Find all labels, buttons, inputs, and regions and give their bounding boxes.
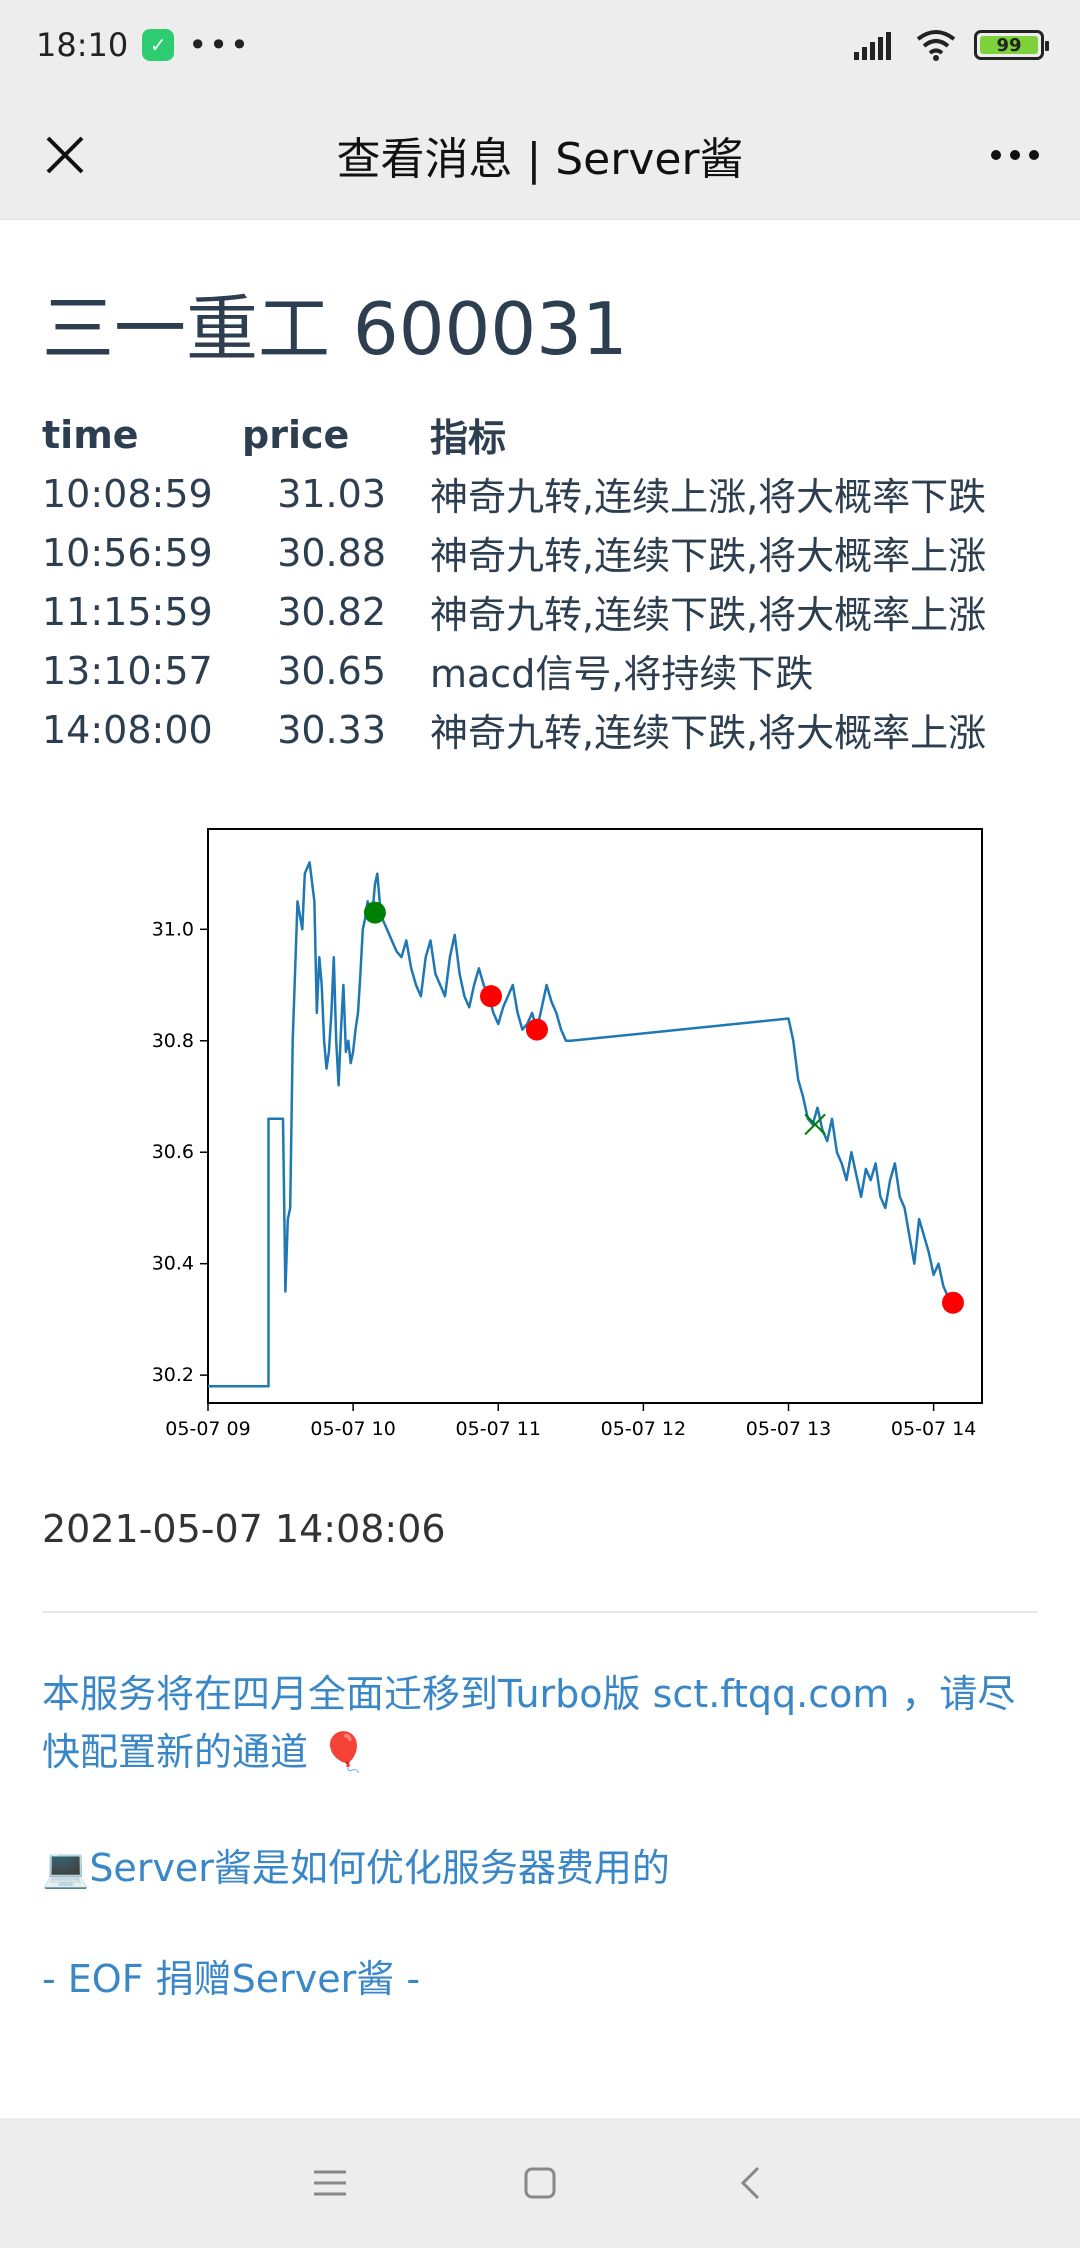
cell-time: 11:15:59 xyxy=(42,589,213,634)
divider xyxy=(42,1611,1038,1613)
y-tick-label: 31.0 xyxy=(152,918,194,940)
message-timestamp: 2021-05-07 14:08:06 xyxy=(42,1507,446,1551)
y-tick-label: 30.4 xyxy=(152,1253,194,1275)
cell-indicator: 神奇九转,连续下跌,将大概率上涨 xyxy=(430,593,987,637)
x-tick-label: 05-07 13 xyxy=(746,1418,831,1440)
close-icon xyxy=(46,136,84,174)
x-tick-label: 05-07 10 xyxy=(310,1418,395,1440)
cell-indicator: 神奇九转,连续下跌,将大概率上涨 xyxy=(430,711,987,755)
cell-time: 14:08:00 xyxy=(42,707,213,752)
wifi-icon xyxy=(916,30,956,61)
status-bar: 18:10 ✓ ••• 99 xyxy=(0,0,1080,90)
battery-level: 99 xyxy=(996,34,1022,56)
header-price: price xyxy=(242,412,350,457)
cell-indicator: 神奇九转,连续上涨,将大概率下跌 xyxy=(430,475,987,519)
home-button[interactable] xyxy=(510,2153,570,2213)
cell-price: 30.88 xyxy=(277,530,386,575)
donate-link[interactable]: - EOF 捐赠Server酱 - xyxy=(42,1948,1038,2003)
cell-time: 10:56:59 xyxy=(42,530,213,575)
cell-price: 30.33 xyxy=(277,707,386,752)
header-time: time xyxy=(42,412,139,457)
app-notification-icon: ✓ xyxy=(142,29,175,61)
status-time: 18:10 xyxy=(36,26,129,64)
signal-marker xyxy=(363,901,386,924)
close-button[interactable] xyxy=(30,120,100,190)
menu-icon xyxy=(314,2170,346,2196)
system-nav-bar xyxy=(0,2118,1080,2248)
signal-marker xyxy=(525,1018,548,1041)
cell-price: 30.82 xyxy=(277,589,386,634)
header-indicator: 指标 xyxy=(430,416,507,460)
home-icon xyxy=(524,2167,556,2199)
menu-button[interactable] xyxy=(300,2153,360,2213)
x-tick-label: 05-07 14 xyxy=(891,1418,976,1440)
cell-indicator: macd信号,将持续下跌 xyxy=(430,652,814,696)
y-tick-label: 30.2 xyxy=(152,1364,194,1386)
status-more: ••• xyxy=(188,26,251,64)
more-options-button[interactable] xyxy=(980,120,1050,190)
status-right: 99 xyxy=(854,29,1049,61)
signal-icon xyxy=(854,32,891,60)
signal-marker xyxy=(479,985,502,1008)
migration-notice-link[interactable]: 本服务将在四月全面迁移到Turbo版 sct.ftqq.com ，请尽快配置新的… xyxy=(42,1665,1038,1781)
status-left: 18:10 ✓ ••• xyxy=(36,26,251,64)
chart-frame xyxy=(207,828,983,1404)
page-title: 查看消息 | Server酱 xyxy=(336,133,744,185)
table-header-row: time price 指标 xyxy=(42,405,986,464)
cell-price: 31.03 xyxy=(277,471,386,516)
table-row: 10:56:59 30.88 神奇九转,连续下跌,将大概率上涨 xyxy=(42,523,986,582)
table-row: 14:08:00 30.33 神奇九转,连续下跌,将大概率上涨 xyxy=(42,700,986,759)
y-tick-label: 30.6 xyxy=(152,1141,194,1163)
cell-price: 30.65 xyxy=(277,648,386,693)
x-tick-label: 05-07 11 xyxy=(456,1418,541,1440)
message-content: 三一重工 600031 time price 指标 10:08:59 31.03… xyxy=(0,220,1080,2120)
table-row: 13:10:57 30.65 macd信号,将持续下跌 xyxy=(42,641,986,700)
cell-indicator: 神奇九转,连续下跌,将大概率上涨 xyxy=(430,534,987,578)
signals-table: time price 指标 10:08:59 31.03 神奇九转,连续上涨,将… xyxy=(42,405,986,759)
x-tick-label: 05-07 09 xyxy=(165,1418,250,1440)
message-title: 三一重工 600031 xyxy=(42,287,628,371)
x-tick-label: 05-07 12 xyxy=(601,1418,686,1440)
back-icon xyxy=(740,2166,760,2200)
price-chart-svg: 30.2 30.4 30.6 30.8 31.0 05-07 09 05-07 10 05-0… xyxy=(152,828,983,1440)
cell-time: 13:10:57 xyxy=(42,648,213,693)
table-row: 11:15:59 30.82 神奇九转,连续下跌,将大概率上涨 xyxy=(42,582,986,641)
nav-bar: 查看消息 | Server酱 xyxy=(0,90,1080,220)
battery-icon: 99 xyxy=(974,30,1049,60)
back-button[interactable] xyxy=(720,2153,780,2213)
cost-optimization-link[interactable]: 💻Server酱是如何优化服务器费用的 xyxy=(42,1837,1038,1892)
more-icon xyxy=(991,150,1039,160)
table-row: 10:08:59 31.03 神奇九转,连续上涨,将大概率下跌 xyxy=(42,464,986,523)
cell-time: 10:08:59 xyxy=(42,471,213,516)
signal-marker xyxy=(941,1291,964,1314)
y-tick-label: 30.8 xyxy=(152,1030,194,1052)
price-chart: 30.2 30.4 30.6 30.8 31.0 05-07 09 05-07 10 05-0… xyxy=(100,819,1000,1479)
